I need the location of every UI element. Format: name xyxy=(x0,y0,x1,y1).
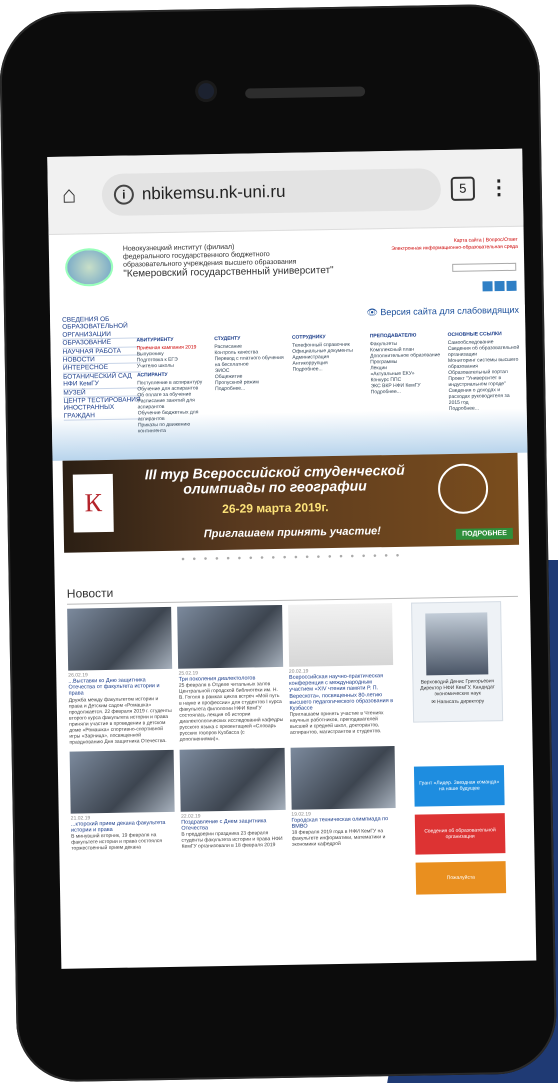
news-photo[interactable] xyxy=(69,749,175,814)
overflow-menu-icon[interactable]: ⋮ xyxy=(489,175,509,200)
news-summary: В преддверии праздника 23 февраля студен… xyxy=(181,830,283,850)
banner-dates: 26-29 марта 2019г. xyxy=(222,500,329,516)
menu-link[interactable]: Приказы по движению контингента xyxy=(138,421,210,435)
left-menu: СВЕДЕНИЯ ОБ ОБРАЗОВАТЕЛЬНОЙ ОРГАНИЗАЦИИ … xyxy=(62,315,142,422)
menu-column: ПРЕПОДАВАТЕЛЮ Факультеты Комплексный план Д… xyxy=(370,332,443,430)
earpiece-speaker xyxy=(245,86,366,99)
menu-column: СОТРУДНИКУ Телефонный справочник Официальн… xyxy=(292,333,365,431)
news-photo[interactable] xyxy=(67,606,173,671)
low-vision-link[interactable]: 👁 Версия сайта для слабовидящих xyxy=(366,305,519,319)
browser-screen: ⌂ i nbikemsu.nk-uni.ru 5 ⋮ Новокузнецкий… xyxy=(47,148,537,969)
write-director-link[interactable]: ✉ Написать директору xyxy=(418,698,498,705)
info-button[interactable]: Сведения об образовательной организации xyxy=(414,813,506,855)
menu-columns: АБИТУРИЕНТУ Приемная кампания 2019 Выпускн… xyxy=(136,331,521,435)
menu-link[interactable]: Подробнее... xyxy=(449,405,521,412)
news-card[interactable]: 25.02.19 Три поколения диалектологов 25 фе… xyxy=(177,604,284,743)
institute-name: Новокузнецкий институт (филиал) федераль… xyxy=(123,241,384,280)
news-summary: Дружба между факультетом истории и права… xyxy=(68,695,172,746)
tab-switcher-button[interactable]: 5 xyxy=(450,176,476,201)
news-photo[interactable] xyxy=(179,747,286,812)
menu-column-heading[interactable]: АБИТУРИЕНТУ xyxy=(136,336,208,344)
director-photo xyxy=(425,612,489,676)
info-icon[interactable]: i xyxy=(113,183,135,205)
phone-frame: ⌂ i nbikemsu.nk-uni.ru 5 ⋮ Новокузнецкий… xyxy=(0,3,558,1083)
menu-column-heading[interactable]: АСПИРАНТУ xyxy=(137,371,209,379)
misc-button[interactable]: Пожалуйста xyxy=(415,861,507,895)
director-title: Директор НФИ КемГУ, Кандидат экономическ… xyxy=(420,684,495,698)
home-icon[interactable]: ⌂ xyxy=(62,181,92,210)
news-photo[interactable] xyxy=(287,603,394,667)
front-camera xyxy=(197,83,215,100)
menu-link[interactable]: Подробнее... xyxy=(371,388,443,396)
news-card[interactable]: 20.02.19 Всероссийская научно-практическа… xyxy=(287,603,395,741)
menu-link[interactable]: Сведения о доходах и расходах руководите… xyxy=(449,387,521,406)
banner-logo: К xyxy=(72,473,114,533)
main-navigation: 👁 Версия сайта для слабовидящих СВЕДЕНИЯ… xyxy=(49,304,528,461)
menu-column-heading[interactable]: СТУДЕНТУ xyxy=(214,335,286,342)
menu-column: СТУДЕНТУ Расписание Контроль качества Перев… xyxy=(214,335,287,433)
news-headline[interactable]: Всероссийская научно-практическая конфер… xyxy=(289,673,394,712)
sidebar: Верховодий Денис Григорьевич Директор НФ… xyxy=(411,601,507,895)
social-icon[interactable] xyxy=(506,280,517,291)
site-header: Новокузнецкий институт (филиал) федераль… xyxy=(49,227,525,313)
left-menu-item[interactable]: БОТАНИЧЕСКИЙ САД НФИ КемГУ xyxy=(63,372,142,390)
news-grid: 26.02.19 ...Выставки ко Дню защитника Оте… xyxy=(67,603,396,852)
mail-icon[interactable] xyxy=(494,281,505,292)
menu-link[interactable]: Учителю школы xyxy=(137,362,209,370)
banner-title: III тур Всероссийской студенческой олимп… xyxy=(144,461,405,497)
menu-column: АБИТУРИЕНТУ Приемная кампания 2019 Выпускн… xyxy=(136,336,210,435)
left-menu-item[interactable]: СВЕДЕНИЯ ОБ ОБРАЗОВАТЕЛЬНОЙ ОРГАНИЗАЦИИ xyxy=(62,315,141,340)
university-name: "Кемеровский государственный университет… xyxy=(123,264,334,280)
news-headline[interactable]: ...Выставки ко Дню защитника Отечества о… xyxy=(68,677,173,697)
menu-link[interactable]: Подробнее... xyxy=(215,385,287,393)
write-director-label: Написать директору xyxy=(436,698,485,706)
menu-link[interactable]: Подробнее... xyxy=(293,365,365,373)
url-field[interactable]: i nbikemsu.nk-uni.ru xyxy=(101,167,442,216)
globe-icon xyxy=(437,463,489,515)
banner-more-button[interactable]: ПОДРОБНЕЕ xyxy=(455,527,513,540)
social-icon[interactable] xyxy=(482,281,493,292)
left-menu-item[interactable]: ЦЕНТР ТЕСТИРОВАНИЯ ИНОСТРАННЫХ ГРАЖДАН xyxy=(63,396,142,422)
top-links[interactable]: Карта сайта | Вопрос/Ответ Электронная и… xyxy=(391,237,518,253)
menu-column-heading[interactable]: ОСНОВНЫЕ ССЫЛКИ xyxy=(448,331,520,338)
social-icons xyxy=(482,280,517,292)
menu-column-heading[interactable]: ПРЕПОДАВАТЕЛЮ xyxy=(370,332,442,340)
site-search-input[interactable] xyxy=(452,262,517,272)
news-summary: 18 февраля 2019 года в НФИ КемГУ на факу… xyxy=(291,828,386,848)
grant-button[interactable]: Грант «Лидер. Звездная команда» на наше … xyxy=(413,765,505,807)
news-photo[interactable] xyxy=(177,604,283,669)
eios-link[interactable]: Электронная информационно-образовательна… xyxy=(391,244,518,253)
banner-invite: Приглашаем принять участие! xyxy=(203,525,382,541)
olympiad-banner[interactable]: К III тур Всероссийской студенческой оли… xyxy=(62,452,520,553)
url-text: nbikemsu.nk-uni.ru xyxy=(141,181,286,203)
news-section-title: Новости xyxy=(66,578,518,605)
menu-column: ОСНОВНЫЕ ССЫЛКИ Самообследование Сведения … xyxy=(448,331,521,429)
menu-column-heading[interactable]: СОТРУДНИКУ xyxy=(292,333,364,341)
news-summary: Приглашаем принять участие в Чтениях нау… xyxy=(289,710,384,737)
news-summary: 25 февраля в Отделе читальных залов Цент… xyxy=(178,681,284,743)
address-bar: ⌂ i nbikemsu.nk-uni.ru 5 ⋮ xyxy=(47,148,524,235)
news-card[interactable]: 21.02.19 ...кторский прием декана факульт… xyxy=(69,749,176,852)
news-card[interactable]: 22.02.19 Поздравление с Днем защитника От… xyxy=(179,747,286,850)
news-photo[interactable] xyxy=(290,745,396,810)
news-card[interactable]: 26.02.19 ...Выставки ко Дню защитника Оте… xyxy=(67,606,174,746)
news-summary: В минувший вторник, 19 февраля на факуль… xyxy=(71,832,163,852)
director-card: Верховодий Денис Григорьевич Директор НФ… xyxy=(411,601,504,723)
news-card[interactable]: 19.02.19 Городская техническая олимпиада … xyxy=(290,745,396,848)
institute-logo[interactable] xyxy=(64,247,114,287)
low-vision-label: Версия сайта для слабовидящих xyxy=(380,304,520,318)
